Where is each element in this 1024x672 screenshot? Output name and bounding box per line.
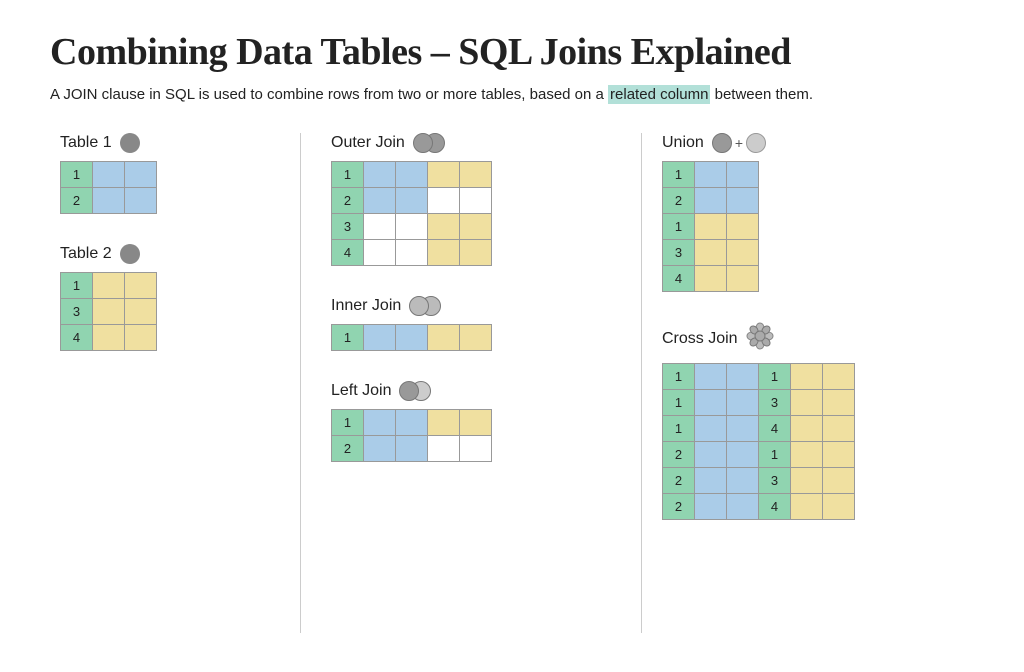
table-row: 1: [61, 273, 157, 299]
subtitle-end: between them.: [710, 86, 813, 103]
table-cell: [93, 299, 125, 325]
inner-join-table: 1: [331, 324, 492, 351]
table-row: 1 1: [663, 364, 855, 390]
left-join-label: Left Join: [331, 381, 611, 401]
inner-join-label: Inner Join: [331, 296, 611, 316]
left-column: Table 1 1 2 Table 2 1: [50, 133, 300, 381]
table-row: 1 4: [663, 416, 855, 442]
table-cell: [93, 188, 125, 214]
table-cell: 1: [61, 273, 93, 299]
outer-join-table: 1 2 3 4: [331, 161, 492, 266]
table-row: 3: [61, 299, 157, 325]
table-cell: [125, 273, 157, 299]
table-row: 2: [332, 188, 492, 214]
union-icon: +: [712, 133, 766, 153]
table1: 1 2: [60, 161, 157, 214]
table-cell: [125, 299, 157, 325]
left-join-table: 1 2: [331, 409, 492, 462]
table-cell: [125, 188, 157, 214]
mid-column: Outer Join 1 2 3: [301, 133, 641, 492]
cross-join-label: Cross Join: [662, 322, 962, 355]
table-row: 4: [61, 325, 157, 351]
table-cell: 4: [61, 325, 93, 351]
table-cell: [125, 325, 157, 351]
table-row: 1 3: [663, 390, 855, 416]
table-row: 1: [663, 214, 759, 240]
table1-label: Table 1: [60, 133, 280, 153]
cross-join-table: 1 1 1 3 1 4: [662, 363, 855, 520]
subtitle-start: A JOIN clause in SQL is used to combine …: [50, 86, 608, 103]
table-row: 4: [332, 240, 492, 266]
table-row: 1: [332, 325, 492, 351]
cross-join-icon: [746, 322, 774, 355]
table2-label: Table 2: [60, 244, 280, 264]
outer-join-icon: [413, 133, 445, 153]
table-cell: [93, 273, 125, 299]
table-row: 1: [332, 162, 492, 188]
union-table: 1 2 1 3 4: [662, 161, 759, 292]
table-cell: 3: [61, 299, 93, 325]
table-row: 2 4: [663, 494, 855, 520]
table-row: 1: [663, 162, 759, 188]
left-join-icon: [399, 381, 431, 401]
table-cell: 2: [61, 188, 93, 214]
page-title: Combining Data Tables – SQL Joins Explai…: [50, 30, 974, 74]
table-row: 2: [663, 188, 759, 214]
table-cell: [93, 325, 125, 351]
table-row: 2 3: [663, 468, 855, 494]
main-layout: Table 1 1 2 Table 2 1: [50, 133, 974, 633]
table-row: 3: [332, 214, 492, 240]
table-row: 2: [61, 188, 157, 214]
table2-icon: [120, 244, 140, 264]
table-row: 2: [332, 436, 492, 462]
table-row: 2 1: [663, 442, 855, 468]
table2: 1 3 4: [60, 272, 157, 351]
table1-icon: [120, 133, 140, 153]
table-cell: 1: [61, 162, 93, 188]
inner-join-icon: [409, 296, 441, 316]
table-cell: [93, 162, 125, 188]
table-row: 1: [61, 162, 157, 188]
right-column: Union + 1 2 1 3: [642, 133, 982, 550]
union-label: Union +: [662, 133, 962, 153]
subtitle-highlight: related column: [608, 85, 710, 104]
table-row: 3: [663, 240, 759, 266]
table-row: 1: [332, 410, 492, 436]
table-cell: [125, 162, 157, 188]
outer-join-label: Outer Join: [331, 133, 611, 153]
subtitle: A JOIN clause in SQL is used to combine …: [50, 86, 974, 103]
table-row: 4: [663, 266, 759, 292]
